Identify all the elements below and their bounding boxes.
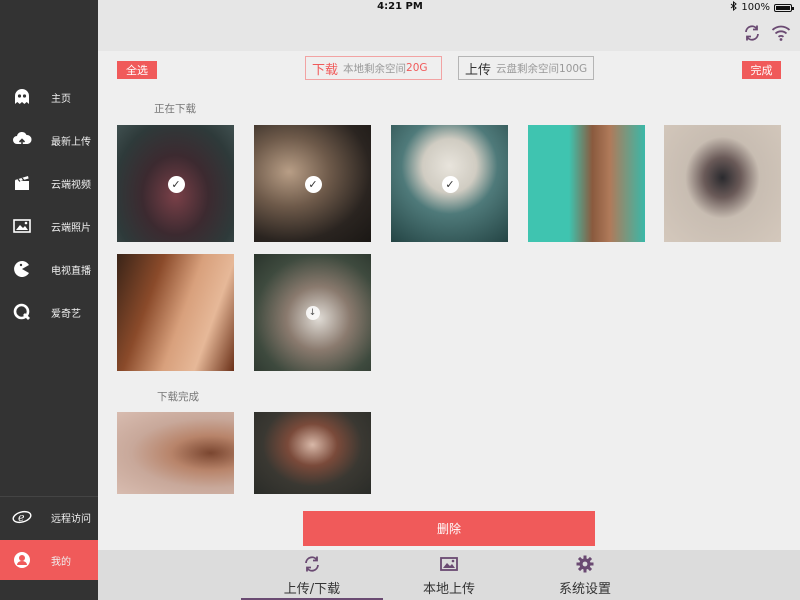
wifi-icon[interactable] [771, 23, 791, 43]
checkmark-icon: ✓ [441, 175, 459, 193]
status-right: 100% [730, 0, 794, 14]
sidebar-item-latest-upload[interactable]: 最新上传 [0, 120, 98, 160]
tab-local-upload[interactable]: 本地上传 [384, 550, 514, 600]
iqiyi-icon [11, 301, 33, 323]
sidebar-item-label: 云端视频 [51, 180, 91, 191]
clapperboard-icon [11, 172, 33, 194]
delete-button[interactable]: 删除 [303, 511, 595, 546]
section-title-downloading: 正在下载 [154, 103, 196, 115]
status-time: 4:21 PM [377, 1, 423, 12]
sidebar-item-cloud-photo[interactable]: 云端照片 [0, 206, 98, 246]
download-tab-label: 下载 [312, 62, 339, 78]
thumbnail-downloading-1[interactable]: ✓ [117, 125, 234, 242]
select-all-button[interactable]: 全选 [117, 61, 157, 79]
svg-text:e: e [18, 511, 25, 524]
thumbnail-completed-1[interactable] [117, 412, 234, 494]
section-title-completed: 下载完成 [157, 391, 199, 403]
tab-label: 本地上传 [422, 582, 475, 597]
download-tab[interactable]: 下载 本地剩余空间 20G [305, 56, 442, 80]
upload-tab-label: 上传 [465, 62, 492, 78]
remote-icon: e [11, 506, 33, 528]
sidebar-item-label: 爱奇艺 [51, 309, 81, 320]
thumbnail-downloading-7[interactable]: ↓ [254, 254, 371, 371]
sidebar-item-iqiyi[interactable]: 爱奇艺 [0, 292, 98, 332]
battery-icon [774, 3, 794, 12]
sidebar-item-label: 我的 [51, 557, 71, 568]
sync-icon [303, 555, 321, 573]
download-space-value: 20G [406, 62, 428, 74]
upload-tab[interactable]: 上传 云盘剩余空间100G [458, 56, 594, 80]
tab-upload-download[interactable]: 上传/下载 [241, 550, 383, 600]
checkmark-icon: ✓ [167, 175, 185, 193]
tab-label: 上传/下载 [283, 582, 341, 597]
download-space-label: 本地剩余空间 [343, 62, 407, 75]
tab-label: 系统设置 [558, 582, 611, 597]
top-toolbar [98, 14, 800, 51]
sidebar-item-label: 主页 [51, 94, 71, 105]
sidebar: 主页 最新上传 云端视频 云端照片 电视直播 爱奇艺 e 远程访问 我的 [0, 0, 98, 600]
sidebar-item-remote-access[interactable]: e 远程访问 [0, 497, 98, 537]
thumbnail-downloading-4[interactable] [528, 125, 645, 242]
pacman-icon [11, 258, 33, 280]
user-icon [11, 549, 33, 571]
thumbnail-completed-2[interactable] [254, 412, 371, 494]
photo-icon [11, 215, 33, 237]
ghost-icon [11, 86, 33, 108]
sidebar-item-cloud-video[interactable]: 云端视频 [0, 163, 98, 203]
sidebar-item-label: 电视直播 [51, 266, 91, 277]
checkmark-icon: ✓ [304, 175, 322, 193]
sidebar-item-label: 远程访问 [51, 514, 91, 525]
upload-space-info: 云盘剩余空间100G [496, 62, 588, 75]
bluetooth-icon [730, 0, 738, 14]
sidebar-item-label: 最新上传 [51, 137, 91, 148]
bottom-tab-bar: 上传/下载 本地上传 系统设置 [98, 550, 800, 600]
done-button[interactable]: 完成 [742, 61, 781, 79]
cloud-upload-icon [11, 129, 33, 151]
gear-icon [576, 555, 594, 573]
download-progress-icon: ↓ [305, 305, 320, 320]
thumbnail-downloading-6[interactable] [117, 254, 234, 371]
sidebar-item-label: 云端照片 [51, 223, 91, 234]
tab-system-settings[interactable]: 系统设置 [520, 550, 650, 600]
battery-percent: 100% [741, 2, 770, 13]
thumbnail-downloading-5[interactable] [664, 125, 781, 242]
thumbnail-downloading-2[interactable]: ✓ [254, 125, 371, 242]
image-upload-icon [440, 555, 458, 573]
thumbnail-downloading-3[interactable]: ✓ [391, 125, 508, 242]
refresh-icon[interactable] [742, 23, 762, 43]
sidebar-item-mine[interactable]: 我的 [0, 540, 98, 580]
sidebar-item-home[interactable]: 主页 [0, 77, 98, 117]
sidebar-item-tv-live[interactable]: 电视直播 [0, 249, 98, 289]
